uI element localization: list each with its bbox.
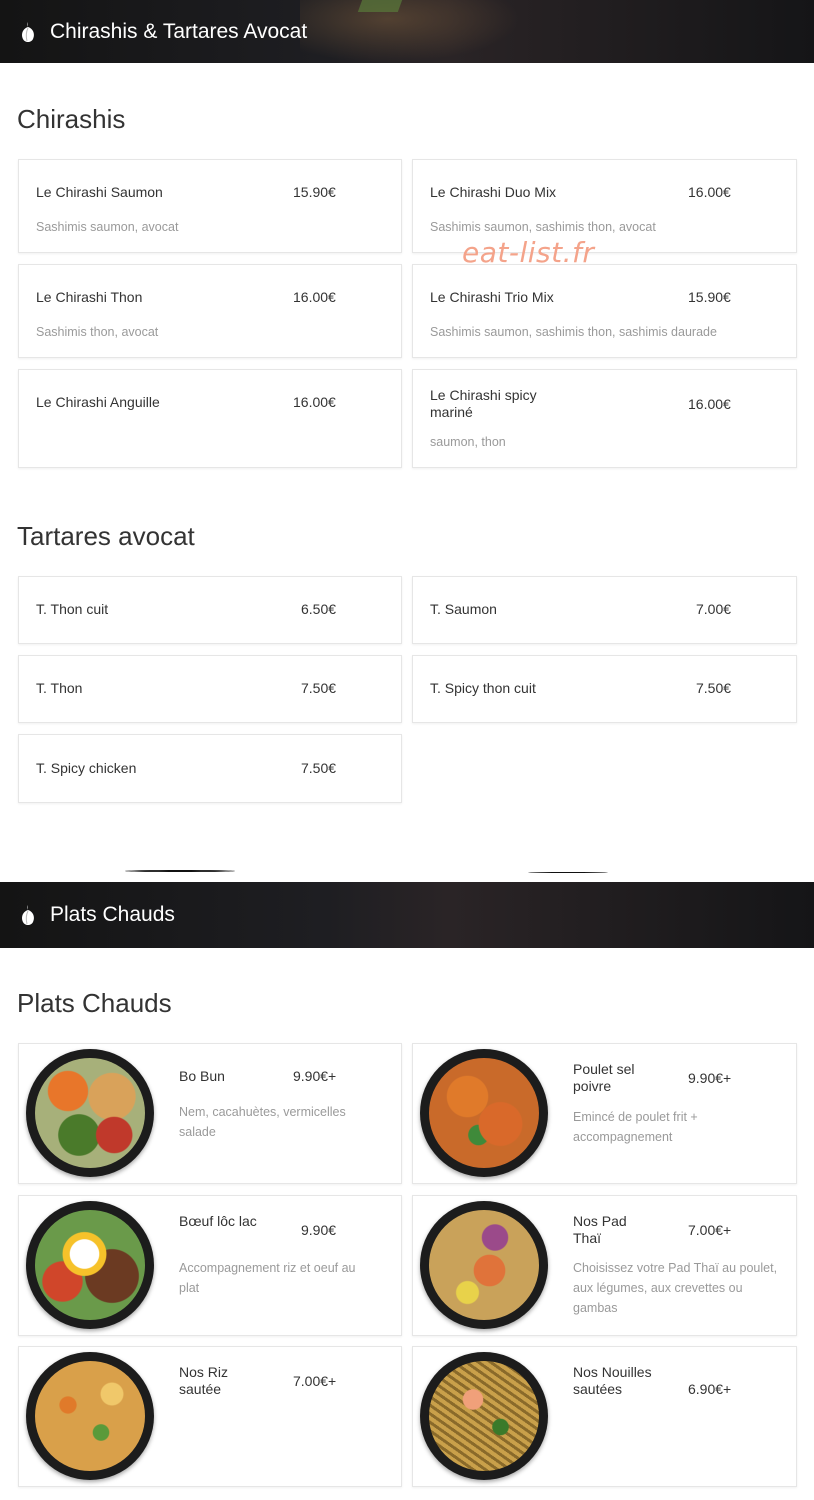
item-price: 16.00€ bbox=[688, 184, 731, 200]
item-price: 7.50€ bbox=[301, 680, 337, 696]
item-description: Sashimis saumon, avocat bbox=[36, 220, 179, 234]
menu-item-card[interactable]: T. Thon 7.50€ bbox=[18, 655, 402, 723]
banner-title: Chirashis & Tartares Avocat bbox=[50, 19, 308, 43]
menu-item-card[interactable]: Le Chirashi Trio Mix 15.90€ Sashimis sau… bbox=[412, 264, 797, 358]
item-description: Choisissez votre Pad Thaï au poulet, aux… bbox=[573, 1261, 778, 1315]
item-price: 7.00€+ bbox=[688, 1222, 732, 1238]
item-price: 15.90€ bbox=[688, 289, 731, 305]
item-name: Nos Riz sautée bbox=[179, 1364, 229, 1397]
item-name: T. Thon cuit bbox=[36, 601, 109, 617]
item-price: 7.50€ bbox=[301, 760, 337, 776]
item-description: Sashimis saumon, sashimis thon, sashimis… bbox=[430, 325, 717, 339]
menu-item-card[interactable]: Le Chirashi Thon 16.00€ Sashimis thon, a… bbox=[18, 264, 402, 358]
banner-edge-decoration bbox=[0, 848, 814, 882]
item-description: saumon, thon bbox=[430, 435, 506, 449]
item-price: 9.90€+ bbox=[293, 1068, 337, 1084]
item-name: T. Spicy thon cuit bbox=[430, 680, 536, 696]
section-banner-plats-chauds: Plats Chauds bbox=[0, 882, 814, 948]
menu-item-card[interactable]: Le Chirashi Saumon 15.90€ Sashimis saumo… bbox=[18, 159, 402, 253]
item-price: 9.90€ bbox=[301, 1222, 337, 1238]
section-title-chirashis: Chirashis bbox=[17, 104, 126, 134]
item-name: T. Spicy chicken bbox=[36, 760, 137, 776]
dish-image-bo-bun bbox=[26, 1049, 154, 1177]
item-name: Bo Bun bbox=[179, 1068, 225, 1084]
menu-item-card[interactable]: T. Spicy thon cuit 7.50€ bbox=[412, 655, 797, 723]
item-name: Bœuf lôc lac bbox=[179, 1213, 257, 1229]
menu-item-card[interactable]: Poulet sel poivre 9.90€+ Emincé de poule… bbox=[412, 1043, 797, 1184]
item-name: Nos Nouilles sautées bbox=[573, 1364, 652, 1397]
item-price: 7.00€ bbox=[696, 601, 732, 617]
item-price: 7.00€+ bbox=[293, 1373, 337, 1389]
dish-image-pad-thai bbox=[420, 1201, 548, 1329]
item-price: 15.90€ bbox=[293, 184, 336, 200]
dish-image-boeuf-loc-lac bbox=[26, 1201, 154, 1329]
menu-item-card[interactable]: Nos Pad Thaï 7.00€+ Choisissez votre Pad… bbox=[412, 1195, 797, 1336]
item-name: T. Saumon bbox=[430, 601, 497, 617]
item-name: Le Chirashi spicy mariné bbox=[430, 387, 537, 420]
item-price: 6.90€+ bbox=[688, 1381, 732, 1397]
menu-item-card[interactable]: Bo Bun 9.90€+ Nem, cacahuètes, vermicell… bbox=[18, 1043, 402, 1184]
item-description: Sashimis saumon, sashimis thon, avocat bbox=[430, 220, 656, 234]
item-price: 7.50€ bbox=[696, 680, 732, 696]
item-name: Le Chirashi Duo Mix bbox=[430, 184, 557, 200]
menu-item-card[interactable]: T. Thon cuit 6.50€ bbox=[18, 576, 402, 644]
item-price: 16.00€ bbox=[688, 396, 731, 412]
menu-item-card[interactable]: Nos Riz sautée 7.00€+ bbox=[18, 1346, 402, 1487]
item-price: 6.50€ bbox=[301, 601, 337, 617]
watermark: eat-list.fr bbox=[462, 236, 595, 269]
menu-item-card[interactable]: Nos Nouilles sautées 6.90€+ bbox=[412, 1346, 797, 1487]
item-name: Le Chirashi Trio Mix bbox=[430, 289, 554, 305]
item-description: Emincé de poulet frit + accompagnement bbox=[573, 1110, 698, 1144]
section-title-plats-chauds: Plats Chauds bbox=[17, 988, 172, 1018]
section-title-tartares: Tartares avocat bbox=[17, 521, 195, 551]
item-name: Le Chirashi Saumon bbox=[36, 184, 163, 200]
item-name: Le Chirashi Anguille bbox=[36, 394, 160, 410]
item-name: Poulet sel poivre bbox=[573, 1061, 635, 1094]
item-name: Le Chirashi Thon bbox=[36, 289, 143, 305]
item-name: Nos Pad Thaï bbox=[573, 1213, 627, 1246]
section-banner-chirashis: Chirashis & Tartares Avocat bbox=[0, 0, 814, 63]
item-description: Accompagnement riz et oeuf au plat bbox=[179, 1261, 356, 1295]
dish-image-poulet-sel-poivre bbox=[420, 1049, 548, 1177]
menu-item-card[interactable]: Bœuf lôc lac 9.90€ Accompagnement riz et… bbox=[18, 1195, 402, 1336]
menu-item-card[interactable]: Le Chirashi spicy mariné 16.00€ saumon, … bbox=[412, 369, 797, 468]
garlic-icon bbox=[18, 903, 38, 927]
menu-item-card[interactable]: T. Spicy chicken 7.50€ bbox=[18, 734, 402, 803]
menu-item-card[interactable]: Le Chirashi Anguille 16.00€ bbox=[18, 369, 402, 468]
item-price: 16.00€ bbox=[293, 289, 336, 305]
item-price: 16.00€ bbox=[293, 394, 336, 410]
banner-title: Plats Chauds bbox=[50, 903, 175, 926]
item-description: Sashimis thon, avocat bbox=[36, 325, 159, 339]
menu-item-card[interactable]: T. Saumon 7.00€ bbox=[412, 576, 797, 644]
item-price: 9.90€+ bbox=[688, 1070, 732, 1086]
item-description: Nem, cacahuètes, vermicelles salade bbox=[179, 1105, 346, 1139]
dish-image-nouilles-sautees bbox=[420, 1352, 548, 1480]
item-name: T. Thon bbox=[36, 680, 83, 696]
dish-image-riz-saute bbox=[26, 1352, 154, 1480]
garlic-icon bbox=[18, 20, 38, 44]
